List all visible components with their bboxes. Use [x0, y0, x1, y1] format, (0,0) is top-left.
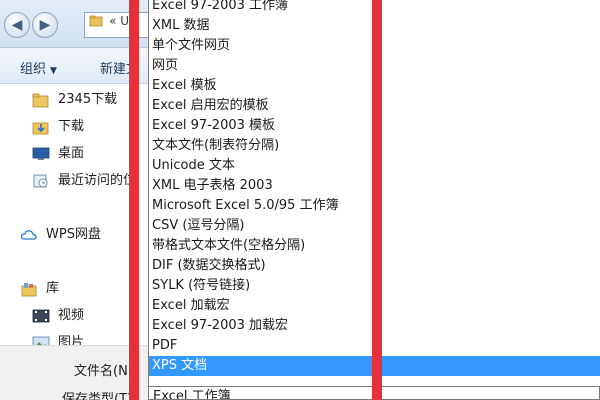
- organize-label: 组织: [20, 62, 47, 77]
- folder-icon: [32, 93, 49, 108]
- filename-label: 文件名(N):: [74, 364, 138, 379]
- forward-button[interactable]: ▶: [32, 12, 58, 38]
- cloud-icon: [20, 230, 37, 240]
- annotation-bar-left: [129, 0, 139, 400]
- navigation-pane: 2345下载 下载 桌面 最近访问的位 WPS网盘 库 视频 图片: [0, 85, 148, 350]
- chevron-down-icon: ▼: [50, 66, 57, 76]
- explorer-window: ◀ ▶ « Us 组织 ▼ 新建文 2345下载 下载 桌面 最近访问的位 WP…: [0, 0, 148, 400]
- download-folder-icon: [32, 122, 49, 135]
- arrow-left-icon: ◀: [11, 17, 23, 33]
- save-type-current-value: Excel 工作簿: [153, 389, 231, 400]
- video-icon: [32, 309, 50, 323]
- recent-places-icon: [33, 174, 48, 188]
- nav-item-label: 最近访问的位: [58, 173, 137, 188]
- organize-button[interactable]: 组织 ▼: [20, 58, 57, 77]
- nav-item-label: 下载: [58, 119, 85, 134]
- nav-item-label: 桌面: [58, 146, 85, 161]
- desktop-icon: [32, 147, 50, 160]
- save-type-label: 保存类型(T):: [62, 392, 137, 400]
- nav-item-label: 视频: [58, 308, 85, 323]
- library-icon: [21, 283, 37, 297]
- save-options-bar: 文件名(N): 保存类型(T):: [0, 345, 148, 400]
- nav-item-label: 2345下载: [58, 92, 118, 107]
- toolbar: 组织 ▼ 新建文: [0, 48, 148, 84]
- back-button[interactable]: ◀: [4, 12, 30, 38]
- nav-item-label: WPS网盘: [46, 227, 101, 242]
- arrow-right-icon: ▶: [39, 17, 51, 33]
- address-bar: ◀ ▶ « Us: [0, 0, 148, 48]
- folder-icon: [89, 15, 103, 26]
- annotation-bar-right: [372, 0, 382, 400]
- nav-item-label: 库: [46, 281, 60, 296]
